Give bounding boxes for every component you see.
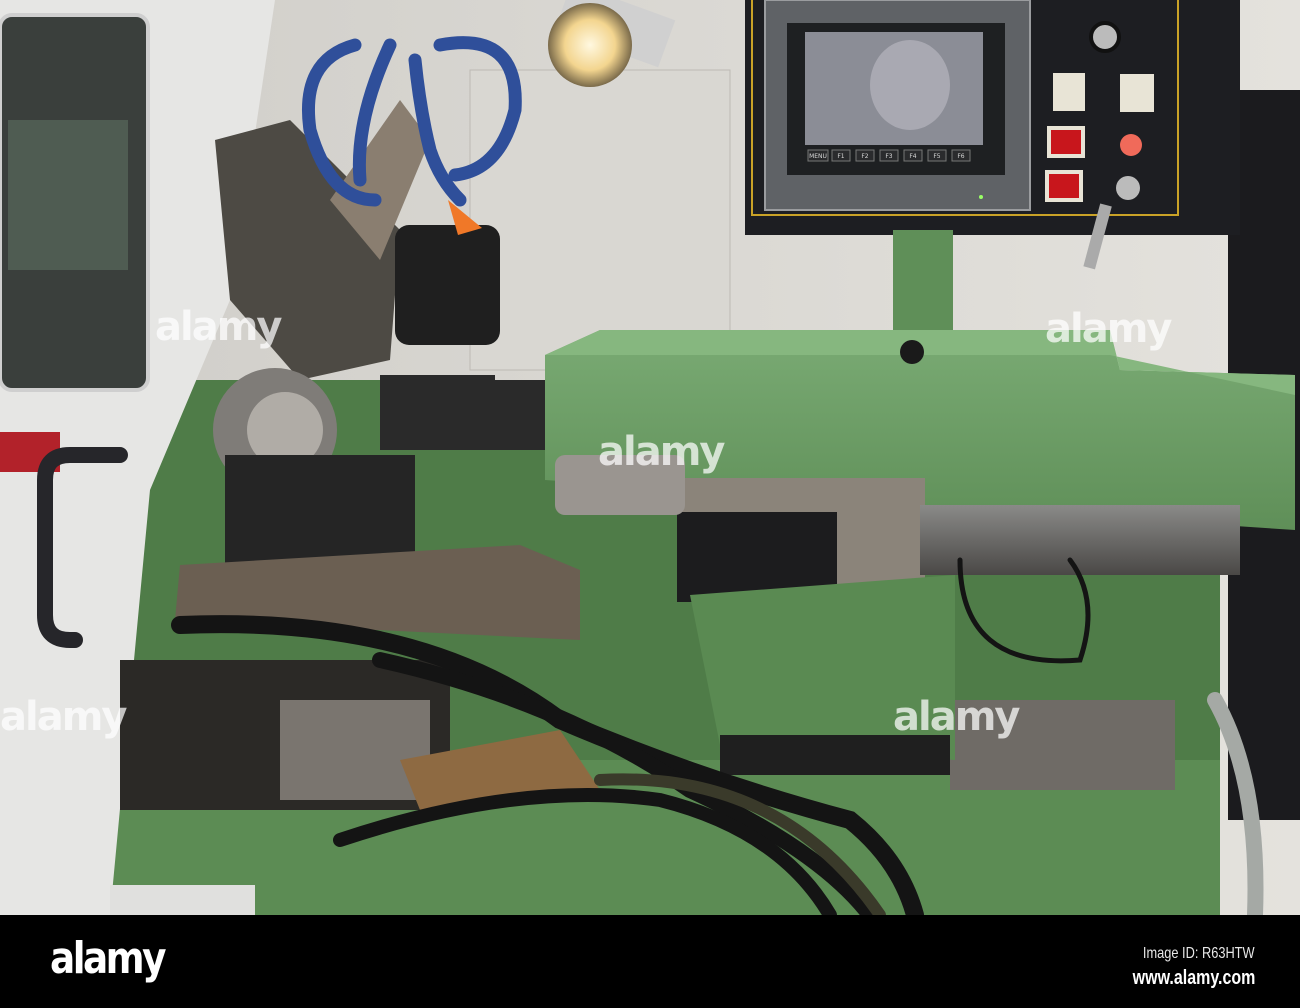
watermark: alamy [155, 304, 282, 350]
lathe-machine-photo: MENU F1 F2 F3 F4 F5 F6 alamy alamy alamy… [0, 0, 1300, 915]
control-panel: MENU F1 F2 F3 F4 F5 F6 [745, 0, 1240, 270]
watermark: alamy [1045, 306, 1172, 352]
site-url: www.alamy.com [1132, 967, 1255, 989]
watermark: alamy [893, 694, 1020, 740]
watermark: alamy [0, 694, 127, 740]
watermark: alamy [598, 429, 725, 475]
function-keys[interactable]: MENU F1 F2 F3 F4 F5 F6 [807, 149, 971, 162]
key-f1[interactable]: F1 [837, 153, 844, 160]
indicator-lamp-icon [1120, 134, 1142, 156]
alamy-logo: alamy [50, 933, 166, 984]
work-lamp-icon [548, 3, 632, 87]
speed-knob[interactable] [1089, 21, 1121, 53]
image-id: Image ID: R63HTW [1143, 945, 1255, 962]
rocker-switch-1[interactable] [1053, 73, 1085, 111]
guide-rod [920, 505, 1240, 575]
knob-icon[interactable] [900, 340, 924, 364]
key-f2[interactable]: F2 [861, 153, 868, 160]
key-f3[interactable]: F3 [885, 153, 892, 160]
status-led-icon [979, 195, 983, 199]
key-switch-icon[interactable] [1116, 176, 1140, 200]
panel-column [893, 230, 953, 340]
rocker-switch-2[interactable] [1120, 74, 1154, 112]
key-f4[interactable]: F4 [909, 153, 916, 160]
key-f5[interactable]: F5 [933, 153, 940, 160]
key-menu[interactable]: MENU [809, 153, 827, 160]
key-f6[interactable]: F6 [957, 153, 964, 160]
footer-bar: alamy Image ID: R63HTW www.alamy.com [0, 915, 1300, 1008]
stock-photo-page: MENU F1 F2 F3 F4 F5 F6 alamy alamy alamy… [0, 0, 1300, 1008]
